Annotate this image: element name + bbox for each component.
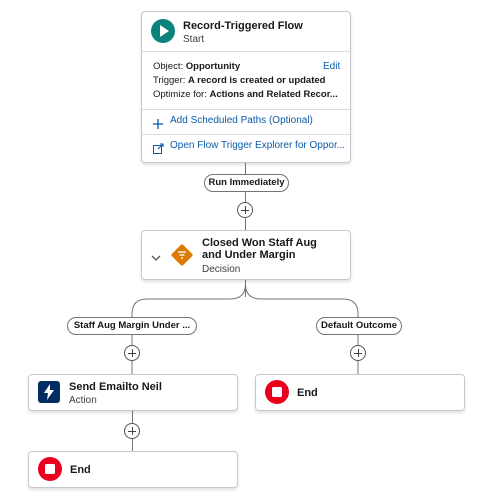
stop-icon: [38, 457, 62, 481]
object-value: Opportunity: [185, 61, 241, 72]
trigger-row: Trigger: A record is created or updated: [153, 75, 326, 86]
object-row: Object: Opportunity: [153, 61, 241, 72]
action-subtitle: Action: [69, 395, 97, 406]
add-scheduled-paths-link[interactable]: Add Scheduled Paths (Optional): [170, 115, 313, 126]
start-card[interactable]: Record-Triggered Flow Start Object: Oppo…: [141, 11, 351, 163]
add-element-button-left[interactable]: [124, 345, 140, 361]
add-element-button[interactable]: [237, 202, 253, 218]
external-link-icon: [153, 141, 164, 154]
end-title-right: End: [297, 387, 318, 399]
start-subtitle: Start: [183, 34, 205, 45]
decision-icon: [170, 243, 194, 267]
end-title-left: End: [70, 464, 91, 476]
play-icon: [151, 19, 175, 43]
end-card-right[interactable]: End: [255, 374, 465, 411]
add-element-button-right[interactable]: [350, 345, 366, 361]
add-icon: [153, 116, 163, 129]
add-element-button-after-action[interactable]: [124, 423, 140, 439]
branch-label-left[interactable]: Staff Aug Margin Under ...: [67, 317, 197, 335]
optimize-value: Actions and Related Recor...: [209, 89, 338, 100]
optimize-row: Optimize for: Actions and Related Recor.…: [153, 89, 338, 100]
end-card-left[interactable]: End: [28, 451, 238, 488]
chevron-down-icon[interactable]: [151, 249, 161, 261]
action-title: Send Emailto Neil: [69, 381, 162, 393]
edit-link[interactable]: Edit: [323, 61, 340, 72]
trigger-value: A record is created or updated: [188, 75, 326, 86]
flow-trigger-explorer-link[interactable]: Open Flow Trigger Explorer for Oppor...: [170, 140, 345, 151]
start-title: Record-Triggered Flow: [183, 20, 303, 32]
decision-title: Closed Won Staff Aug and Under Margin: [202, 237, 317, 261]
decision-subtitle: Decision: [202, 264, 241, 275]
action-card[interactable]: Send Emailto Neil Action: [28, 374, 238, 411]
run-immediately-label[interactable]: Run Immediately: [204, 174, 289, 192]
stop-icon: [265, 380, 289, 404]
lightning-icon: [38, 381, 60, 403]
decision-card[interactable]: Closed Won Staff Aug and Under Margin De…: [141, 230, 351, 280]
branch-label-right[interactable]: Default Outcome: [316, 317, 402, 335]
